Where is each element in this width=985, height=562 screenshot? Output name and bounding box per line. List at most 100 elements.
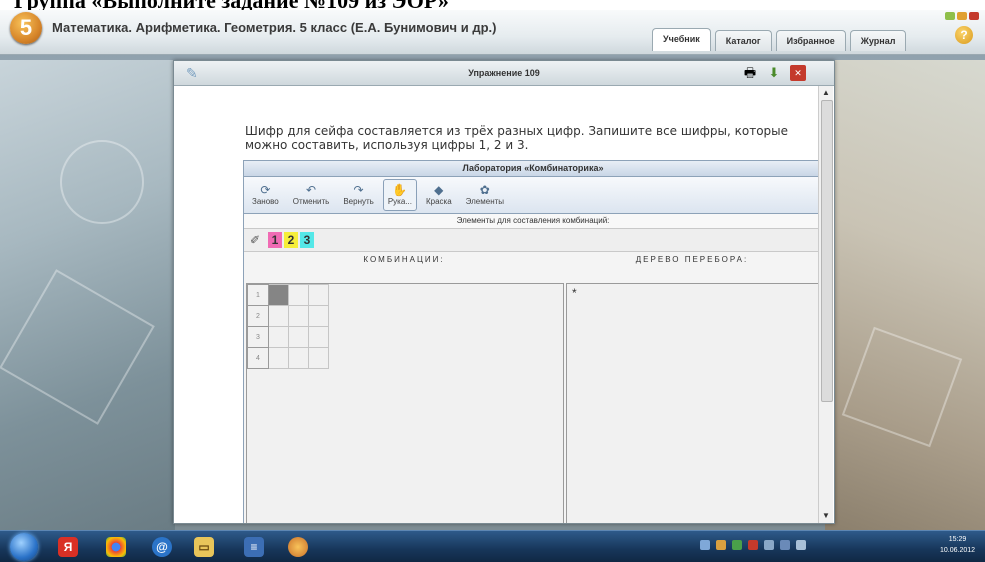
tab-catalog[interactable]: Каталог bbox=[714, 30, 772, 51]
volume-icon[interactable] bbox=[796, 540, 806, 550]
taskbar: Я @ ▭ ≡ 15:29 10.06.2012 bbox=[0, 530, 985, 562]
grid-cell[interactable] bbox=[308, 305, 329, 327]
undo-button[interactable]: ↶ Отменить bbox=[288, 179, 335, 211]
grid-cell[interactable] bbox=[308, 326, 329, 348]
clock-time: 15:29 bbox=[948, 536, 967, 543]
tab-textbook[interactable]: Учебник bbox=[652, 28, 711, 51]
app-titlebar: 5 Математика. Арифметика. Геометрия. 5 к… bbox=[0, 10, 985, 55]
table-row: 4 bbox=[247, 347, 329, 369]
grid-cell[interactable] bbox=[288, 326, 309, 348]
clock[interactable]: 15:29 10.06.2012 bbox=[940, 534, 975, 556]
tray-icon[interactable] bbox=[716, 540, 726, 550]
window-controls bbox=[945, 12, 979, 20]
tree-panel[interactable]: * bbox=[566, 283, 818, 523]
digit-1-element[interactable]: 1 bbox=[268, 232, 282, 248]
grid-cell[interactable] bbox=[268, 305, 289, 327]
scroll-thumb[interactable] bbox=[821, 100, 833, 402]
table-row: 1 bbox=[247, 284, 329, 306]
row-number: 3 bbox=[247, 326, 269, 348]
background-right bbox=[825, 60, 985, 530]
grid-cell[interactable] bbox=[268, 347, 289, 369]
background-left bbox=[0, 60, 175, 530]
tab-favorites[interactable]: Избранное bbox=[775, 30, 846, 51]
grid-cell[interactable] bbox=[288, 284, 309, 306]
table-row: 2 bbox=[247, 305, 329, 327]
app-icon[interactable] bbox=[288, 537, 308, 557]
tray-icon[interactable] bbox=[748, 540, 758, 550]
yandex-icon[interactable]: Я bbox=[58, 537, 78, 557]
hand-tool-button[interactable]: ✋ Рука... bbox=[382, 179, 417, 211]
help-icon[interactable]: ? bbox=[955, 26, 973, 44]
elements-label: Элементы для составления комбинаций: bbox=[244, 214, 818, 229]
grid-cell[interactable] bbox=[308, 284, 329, 306]
grid-cell[interactable] bbox=[268, 284, 289, 306]
row-number: 4 bbox=[247, 347, 269, 369]
combinatorics-lab: Лаборатория «Комбинаторика» ⟳ Заново ↶ Отм… bbox=[243, 160, 818, 523]
tool-label: Вернуть bbox=[343, 197, 374, 206]
elements-tool-button[interactable]: ✿ Элементы bbox=[461, 179, 509, 211]
combinations-panel[interactable]: 1 2 3 4 bbox=[246, 283, 564, 523]
combinations-header: КОМБИНАЦИИ: bbox=[363, 255, 445, 264]
grid-cell[interactable] bbox=[308, 347, 329, 369]
tray-icon[interactable] bbox=[764, 540, 774, 550]
tool-label: Краска bbox=[425, 197, 452, 206]
exercise-header: ✎ Упражнение 109 🖶 ⬇ ✕ bbox=[174, 61, 834, 86]
app-title: Математика. Арифметика. Геометрия. 5 кла… bbox=[52, 20, 497, 35]
scroll-up-icon[interactable]: ▲ bbox=[821, 88, 831, 98]
word-icon[interactable]: ≡ bbox=[244, 537, 264, 557]
minimize-icon[interactable] bbox=[945, 12, 955, 20]
tray-icon[interactable] bbox=[732, 540, 742, 550]
grid-cell[interactable] bbox=[288, 347, 309, 369]
print-icon[interactable]: 🖶 bbox=[742, 65, 758, 81]
start-button[interactable] bbox=[10, 533, 38, 561]
vertical-scrollbar[interactable]: ▲ ▼ bbox=[818, 86, 833, 523]
grid-cell[interactable] bbox=[288, 305, 309, 327]
tool-label: Рука... bbox=[387, 197, 412, 206]
lab-title: Лаборатория «Комбинаторика» bbox=[244, 161, 818, 177]
grid-cell[interactable] bbox=[268, 326, 289, 348]
save-icon[interactable]: ⬇ bbox=[766, 65, 782, 81]
close-app-icon[interactable] bbox=[969, 12, 979, 20]
tab-journal[interactable]: Журнал bbox=[849, 30, 907, 51]
network-icon[interactable] bbox=[780, 540, 790, 550]
exercise-content: Шифр для сейфа составляется из трёх разн… bbox=[174, 86, 818, 523]
mail-icon[interactable]: @ bbox=[152, 537, 172, 557]
task-text: Шифр для сейфа составляется из трёх разн… bbox=[245, 124, 789, 152]
maximize-icon[interactable] bbox=[957, 12, 967, 20]
table-row: 3 bbox=[247, 326, 329, 348]
header-actions: 🖶 ⬇ ✕ bbox=[742, 65, 806, 81]
tool-label: Заново bbox=[252, 197, 279, 206]
lab-toolbar: ⟳ Заново ↶ Отменить ↷ Вернуть ✋ Рука... ◆ Кра… bbox=[244, 177, 818, 214]
background-shape bbox=[841, 326, 963, 448]
elements-icon: ✿ bbox=[479, 183, 490, 197]
undo-icon: ↶ bbox=[306, 183, 317, 197]
row-number: 2 bbox=[247, 305, 269, 327]
redo-icon: ↷ bbox=[353, 183, 364, 197]
tree-header: ДЕРЕВО ПЕРЕБОРА: bbox=[635, 255, 749, 264]
refresh-icon: ⟳ bbox=[260, 183, 271, 197]
scroll-down-icon[interactable]: ▼ bbox=[821, 511, 831, 521]
tool-label: Элементы bbox=[465, 197, 505, 206]
paint-icon: ◆ bbox=[434, 183, 444, 197]
restart-button[interactable]: ⟳ Заново bbox=[247, 179, 284, 211]
chrome-icon[interactable] bbox=[106, 537, 126, 557]
tool-label: Отменить bbox=[292, 197, 330, 206]
folder-icon[interactable]: ▭ bbox=[194, 537, 214, 557]
nav-tabs: Учебник Каталог Избранное Журнал bbox=[652, 28, 907, 54]
system-tray bbox=[700, 540, 806, 550]
clock-date: 10.06.2012 bbox=[940, 547, 976, 554]
digit-3-element[interactable]: 3 bbox=[300, 232, 314, 248]
digit-2-element[interactable]: 2 bbox=[284, 232, 298, 248]
background-shape bbox=[0, 269, 155, 425]
exercise-window: ✎ Упражнение 109 🖶 ⬇ ✕ Шифр для сейфа со… bbox=[173, 60, 835, 524]
eraser-icon[interactable]: ✐ bbox=[250, 232, 266, 248]
close-icon[interactable]: ✕ bbox=[790, 65, 806, 81]
background-shape bbox=[60, 140, 144, 224]
exercise-title: Упражнение 109 bbox=[468, 68, 540, 78]
paint-tool-button[interactable]: ◆ Краска bbox=[421, 179, 457, 211]
tray-icon[interactable] bbox=[700, 540, 710, 550]
redo-button[interactable]: ↷ Вернуть bbox=[338, 179, 378, 211]
row-number: 1 bbox=[247, 284, 269, 306]
elements-palette: ✐ 1 2 3 bbox=[244, 229, 818, 252]
tree-root: * bbox=[572, 286, 577, 300]
